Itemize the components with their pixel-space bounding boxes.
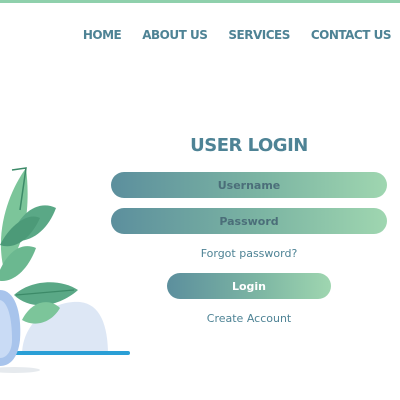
leaf-shape <box>14 282 78 306</box>
username-input[interactable] <box>111 172 387 198</box>
vase-shadow <box>0 367 40 373</box>
ground-line <box>0 351 130 355</box>
nav-link-services[interactable]: SERVICES <box>228 27 290 43</box>
password-input[interactable] <box>111 208 387 234</box>
top-accent-border <box>0 0 400 3</box>
create-account-link[interactable]: Create Account <box>111 312 387 325</box>
main-nav: HOME ABOUT US SERVICES CONTACT US <box>83 27 392 43</box>
login-title: USER LOGIN <box>190 135 308 156</box>
login-button[interactable]: Login <box>167 273 331 299</box>
forgot-password-link[interactable]: Forgot password? <box>111 247 387 260</box>
nav-link-contact-us[interactable]: CONTACT US <box>311 27 392 43</box>
nav-link-about-us[interactable]: ABOUT US <box>142 27 208 43</box>
nav-link-home[interactable]: HOME <box>83 27 122 43</box>
